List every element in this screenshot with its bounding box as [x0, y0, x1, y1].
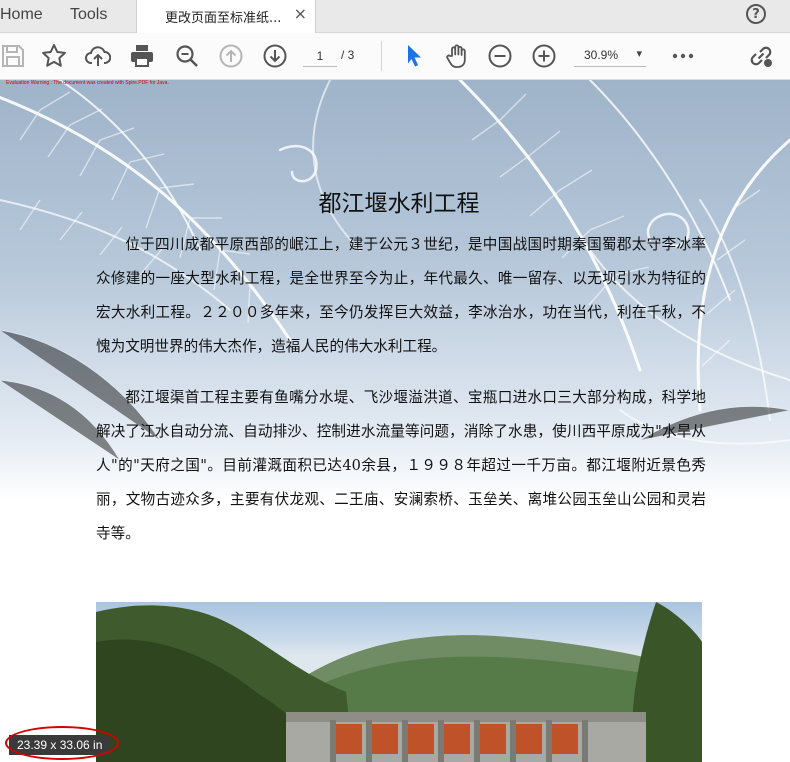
- print-icon[interactable]: [129, 43, 155, 69]
- help-icon[interactable]: ?: [746, 4, 766, 24]
- top-menu-bar: Home Tools 更改页面至标准纸... × ?: [0, 0, 790, 33]
- zoom-search-icon[interactable]: [174, 43, 200, 69]
- select-cursor-icon[interactable]: [401, 43, 427, 69]
- next-page-icon[interactable]: [262, 43, 288, 69]
- page-number-input[interactable]: [303, 46, 337, 67]
- zoom-select[interactable]: 30.9% ▾: [574, 46, 646, 67]
- close-tab-icon[interactable]: ×: [294, 4, 307, 23]
- toolbar-divider: [381, 41, 382, 71]
- save-icon[interactable]: [0, 43, 26, 69]
- document-tab[interactable]: 更改页面至标准纸... ×: [136, 0, 316, 33]
- page-total: / 3: [341, 48, 355, 62]
- document-title: 都江堰水利工程: [318, 191, 480, 217]
- home-menu[interactable]: Home: [0, 6, 43, 24]
- evaluation-warning: Evaluation Warning : The document was cr…: [6, 80, 169, 86]
- prev-page-icon[interactable]: [218, 43, 244, 69]
- document-tab-title: 更改页面至标准纸...: [165, 11, 282, 26]
- more-icon[interactable]: [670, 43, 696, 69]
- highlight-ellipse: [5, 726, 119, 760]
- dam-photo: [96, 602, 702, 762]
- document-paragraph: 都江堰渠首工程主要有鱼嘴分水堤、飞沙堰溢洪道、宝瓶口进水口三大部分构成，科学地解…: [96, 389, 706, 542]
- zoom-out-icon[interactable]: [487, 43, 513, 69]
- zoom-in-icon[interactable]: [531, 43, 557, 69]
- document-viewport[interactable]: Evaluation Warning : The document was cr…: [0, 80, 790, 762]
- bookmark-star-icon[interactable]: [41, 43, 67, 69]
- zoom-value: 30.9%: [584, 48, 619, 62]
- hand-pan-icon[interactable]: [444, 43, 470, 69]
- share-link-icon[interactable]: [748, 43, 774, 69]
- tools-menu[interactable]: Tools: [70, 6, 107, 24]
- toolbar: / 3 30.9% ▾: [0, 33, 790, 80]
- cloud-upload-icon[interactable]: [85, 43, 111, 69]
- chevron-down-icon: ▾: [636, 47, 642, 60]
- document-paragraph: 位于四川成都平原西部的岷江上，建于公元３世纪，是中国战国时期秦国蜀郡太守李冰率众…: [96, 236, 706, 355]
